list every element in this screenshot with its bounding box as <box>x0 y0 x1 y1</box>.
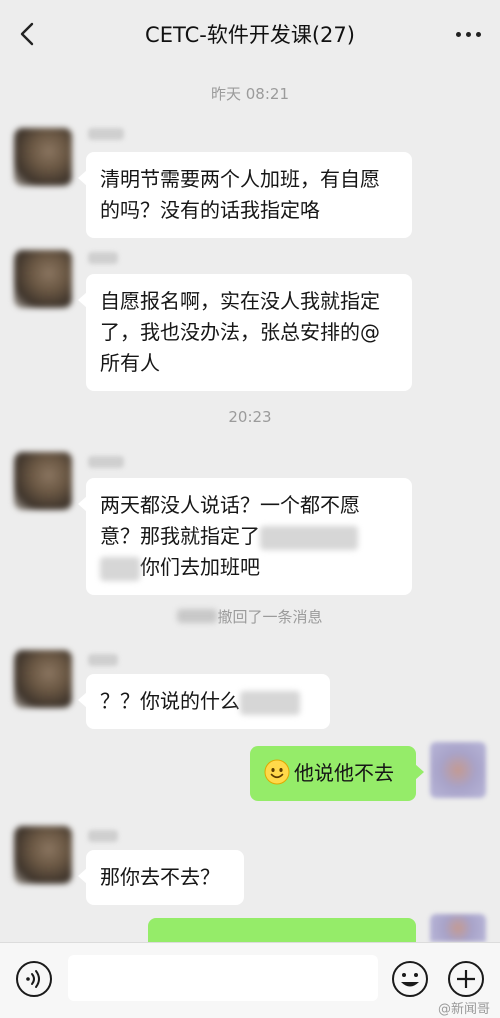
sender-name-blurred <box>88 654 118 666</box>
message-bubble[interactable]: 那你去不去？ <box>78 850 244 905</box>
sender-name-blurred <box>88 128 124 140</box>
more-button[interactable] <box>448 18 488 50</box>
message-input[interactable] <box>68 955 378 1001</box>
voice-icon <box>16 961 52 997</box>
voice-button[interactable] <box>14 959 54 999</box>
input-bar <box>0 942 500 1018</box>
own-message-bubble[interactable]: 他说他不去 <box>250 746 424 801</box>
redacted-text <box>260 525 358 550</box>
avatar[interactable] <box>14 452 72 510</box>
avatar[interactable] <box>14 650 72 708</box>
chat-title: CETC-软件开发课(27) <box>145 23 355 47</box>
sender-name-blurred <box>88 252 118 264</box>
timestamp: 20:23 <box>228 408 272 426</box>
redacted-text <box>240 690 300 715</box>
sender-name-blurred <box>88 830 118 842</box>
message-text: 那你去不去？ <box>100 865 220 889</box>
message-text: ？？你说的什么 <box>100 689 240 713</box>
message-text-part2: 你们去加班吧 <box>140 555 260 579</box>
message-bubble[interactable]: 清明节需要两个人加班，有自愿的吗？没有的话我指定咯 <box>78 152 412 238</box>
own-avatar[interactable] <box>430 742 486 798</box>
back-button[interactable] <box>10 16 46 52</box>
message-bubble[interactable]: ？？你说的什么 <box>78 674 330 729</box>
plus-button[interactable] <box>446 959 486 999</box>
recall-text: 撤回了一条消息 <box>217 608 323 626</box>
recall-notice: 撤回了一条消息 <box>0 606 500 627</box>
avatar[interactable] <box>14 250 72 308</box>
message-text: 他说他不去 <box>294 761 394 785</box>
watermark: @新闻哥 <box>437 1002 490 1017</box>
redacted-name <box>177 609 218 623</box>
chevron-left-icon <box>20 22 34 46</box>
smile-emoji-icon <box>264 759 290 785</box>
sender-name-blurred <box>88 456 124 468</box>
message-text: 清明节需要两个人加班，有自愿的吗？没有的话我指定咯 <box>100 167 380 222</box>
redacted-text <box>100 556 140 581</box>
more-dots-icon <box>453 31 483 37</box>
timestamp: 昨天 08:21 <box>211 85 289 103</box>
plus-icon <box>448 961 484 997</box>
emoji-button[interactable] <box>390 959 430 999</box>
message-bubble[interactable]: 两天都没人说话？一个都不愿意？那我就指定了 你们去加班吧 <box>78 478 412 595</box>
message-text: 自愿报名啊，实在没人我就指定了，我也没办法，张总安排的@所有人 <box>100 289 380 375</box>
emoji-icon <box>392 961 428 997</box>
avatar[interactable] <box>14 826 72 884</box>
message-bubble[interactable]: 自愿报名啊，实在没人我就指定了，我也没办法，张总安排的@所有人 <box>78 274 412 391</box>
avatar[interactable] <box>14 128 72 186</box>
chat-header: CETC-软件开发课(27) <box>0 0 500 66</box>
own-avatar-partial[interactable] <box>430 914 486 942</box>
